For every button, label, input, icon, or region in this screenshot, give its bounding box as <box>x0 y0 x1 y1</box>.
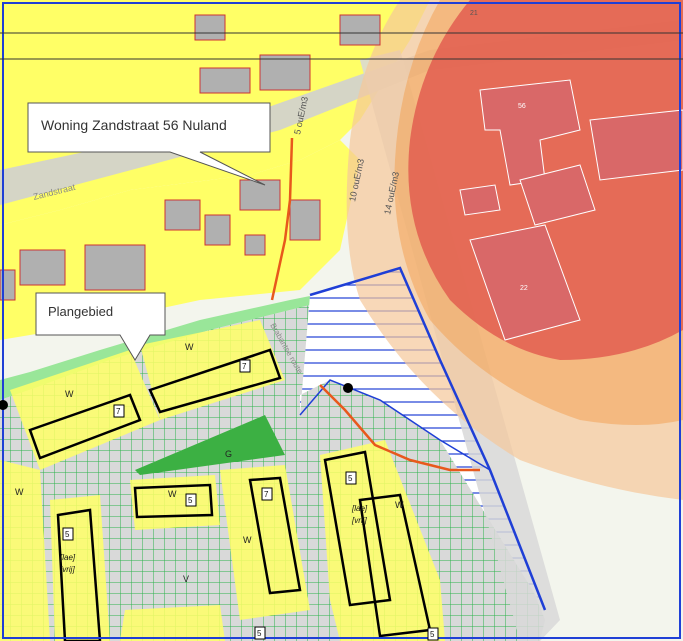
building-label-56: 56 <box>518 103 526 110</box>
zone-label-w: W <box>185 342 194 352</box>
function-label-lae: [lae] <box>59 553 76 562</box>
function-label-vrij: [vrij] <box>59 565 75 574</box>
point-marker <box>343 383 353 393</box>
height-label-7: 7 <box>264 490 269 499</box>
building-label-22: 22 <box>520 285 528 292</box>
function-label-lae: [lae] <box>351 504 368 513</box>
height-label-5: 5 <box>430 630 435 639</box>
function-label-vrij: [vrij] <box>351 516 367 525</box>
height-label-5: 5 <box>65 530 70 539</box>
zone-label-w: W <box>168 489 177 499</box>
block-8 <box>120 605 225 641</box>
height-label-5: 5 <box>188 496 193 505</box>
zone-label-w: W <box>65 389 74 399</box>
building-label-21: 21 <box>470 10 478 17</box>
zoning-map: Zandstraat Brabantse route 5 ouE/m3 10 o… <box>0 0 683 641</box>
zone-label-v: V <box>183 574 189 584</box>
block-5 <box>130 475 220 530</box>
callout-woning-text: Woning Zandstraat 56 Nuland <box>41 117 227 133</box>
zone-label-w: W <box>15 487 24 497</box>
zone-label-g: G <box>225 449 232 459</box>
height-label-5: 5 <box>257 629 262 638</box>
height-label-7: 7 <box>116 407 121 416</box>
height-label-7: 7 <box>242 362 247 371</box>
height-label-5: 5 <box>348 474 353 483</box>
map-canvas: Zandstraat Brabantse route 5 ouE/m3 10 o… <box>0 0 683 641</box>
zone-label-w: W <box>395 500 404 510</box>
callout-plangebied-text: Plangebied <box>48 304 113 319</box>
zone-label-w: W <box>243 535 252 545</box>
